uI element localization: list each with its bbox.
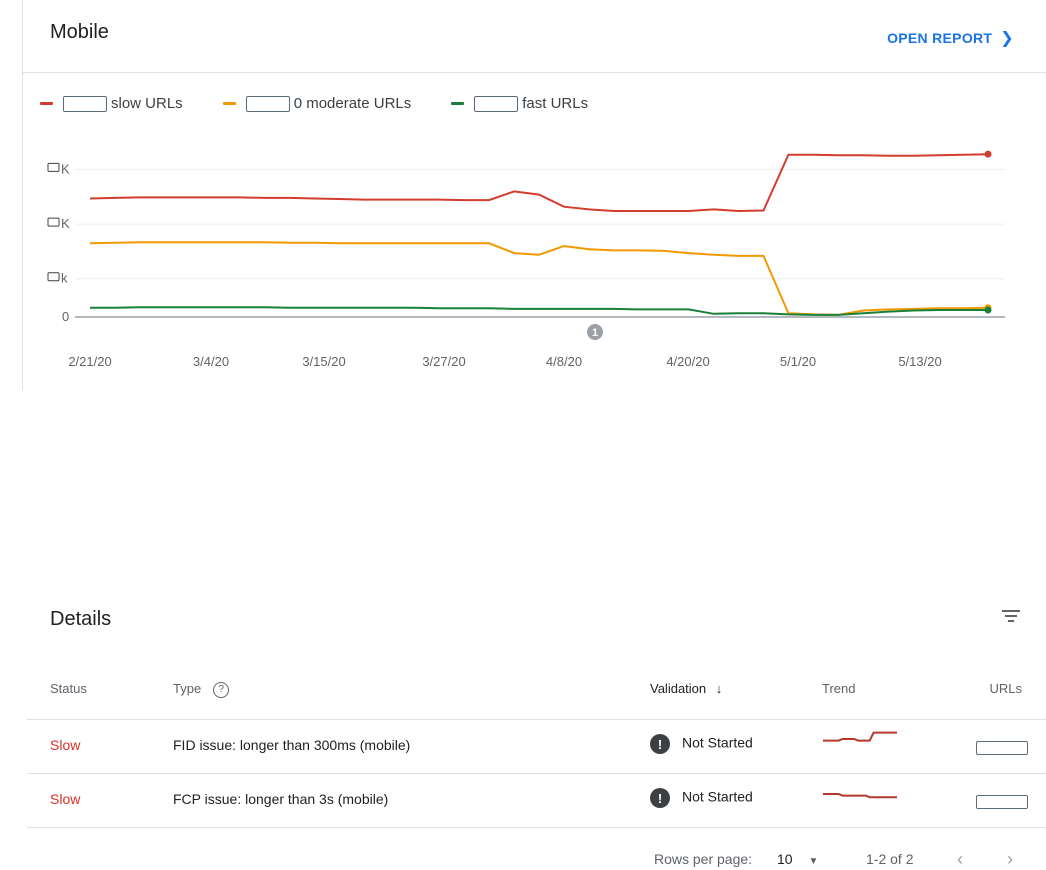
redacted-count: [245, 95, 290, 112]
card-left-border: [22, 0, 23, 390]
row-type: FCP issue: longer than 3s (mobile): [173, 791, 389, 807]
card-title: Mobile: [50, 21, 109, 43]
y-tick-label: k: [61, 271, 68, 286]
trend-sparkline: [823, 731, 897, 742]
chevron-right-icon: ❯: [1000, 30, 1014, 47]
y-tick-label: K: [61, 216, 70, 231]
redacted-axis-value: [47, 272, 60, 282]
row-validation-label: Not Started: [682, 788, 753, 805]
row-validation: ! Not Started: [650, 788, 753, 808]
row-status: Slow: [50, 791, 81, 807]
rows-per-page-select[interactable]: 10 ▼: [777, 851, 818, 867]
column-header-type-label: Type: [173, 681, 202, 696]
details-title: Details: [50, 608, 112, 630]
dropdown-arrow-icon: ▼: [808, 856, 819, 867]
legend-label-slow: slow URLs: [111, 95, 183, 112]
rows-per-page-value: 10: [777, 851, 793, 867]
legend-swatch-slow: [40, 102, 53, 105]
legend-item-moderate[interactable]: 0 moderate URLs: [222, 95, 412, 112]
legend-item-slow[interactable]: slow URLs: [40, 95, 183, 112]
series-end-point: [984, 306, 992, 314]
x-tick-label: 4/20/20: [666, 354, 709, 369]
y-tick-label: K: [61, 161, 70, 176]
chart-legend: slow URLs 0 moderate URLs fast URLs: [40, 95, 628, 112]
legend-label-fast: fast URLs: [522, 95, 589, 112]
legend-swatch-moderate: [222, 102, 236, 105]
redacted-count: [474, 95, 519, 112]
performance-line-chart: K Kk 0 2/21/20 3/4/20 3/15/20 3/27/20 4/8/20 4/2…: [47, 150, 1005, 369]
series-line-slow: [89, 153, 989, 213]
row-divider: [27, 773, 1046, 774]
x-tick-label: 2/21/20: [68, 354, 111, 369]
legend-swatch-fast: [451, 102, 465, 105]
trend-line: [823, 731, 897, 742]
row-type: FID issue: longer than 300ms (mobile): [173, 737, 411, 753]
redacted-url-count: [976, 741, 1028, 755]
help-icon[interactable]: ?: [213, 681, 230, 698]
column-header-trend: Trend: [822, 681, 856, 696]
x-tick-label: 3/15/20: [302, 354, 345, 369]
column-header-validation[interactable]: Validation ↓: [650, 681, 722, 696]
open-report-label: OPEN REPORT: [887, 30, 993, 46]
y-tick-label: 0: [62, 309, 69, 324]
trend-sparkline: [823, 793, 897, 799]
column-header-status[interactable]: Status: [50, 681, 87, 696]
pagination-range: 1-2 of 2: [866, 851, 914, 867]
legend-item-fast[interactable]: fast URLs: [451, 95, 588, 112]
trend-line: [823, 793, 897, 799]
series-line-fast: [90, 306, 988, 316]
annotation-label: 1: [592, 327, 598, 339]
redacted-axis-value: [47, 162, 60, 172]
filter-icon[interactable]: [1002, 608, 1020, 624]
column-header-urls[interactable]: URLs: [989, 681, 1022, 696]
x-tick-label: 4/8/20: [546, 354, 582, 369]
open-report-button[interactable]: OPEN REPORT ❯: [887, 28, 1014, 48]
column-header-type[interactable]: Type?: [173, 681, 230, 698]
x-tick-label: 3/27/20: [422, 354, 465, 369]
redacted-url-count: [976, 795, 1028, 809]
header-divider: [23, 72, 1046, 73]
x-tick-label: 5/13/20: [898, 354, 941, 369]
chevron-right-icon[interactable]: ›: [1007, 849, 1013, 870]
legend-label-moderate: 0 moderate URLs: [293, 95, 412, 112]
redacted-count: [63, 95, 107, 112]
chevron-left-icon[interactable]: ‹: [957, 849, 963, 870]
row-validation: ! Not Started: [650, 734, 753, 754]
column-header-validation-label: Validation: [650, 681, 707, 696]
redacted-axis-value: [47, 217, 60, 227]
alert-icon: !: [650, 788, 670, 808]
row-divider: [27, 827, 1046, 828]
row-status: Slow: [50, 737, 81, 753]
arrow-down-icon: ↓: [715, 681, 723, 696]
x-tick-label: 3/4/20: [193, 354, 229, 369]
alert-icon: !: [650, 734, 670, 754]
row-divider: [27, 719, 1046, 720]
series-end-point: [984, 150, 992, 158]
row-validation-label: Not Started: [682, 734, 753, 751]
x-tick-label: 5/1/20: [780, 354, 816, 369]
rows-per-page-label: Rows per page:: [654, 851, 753, 867]
